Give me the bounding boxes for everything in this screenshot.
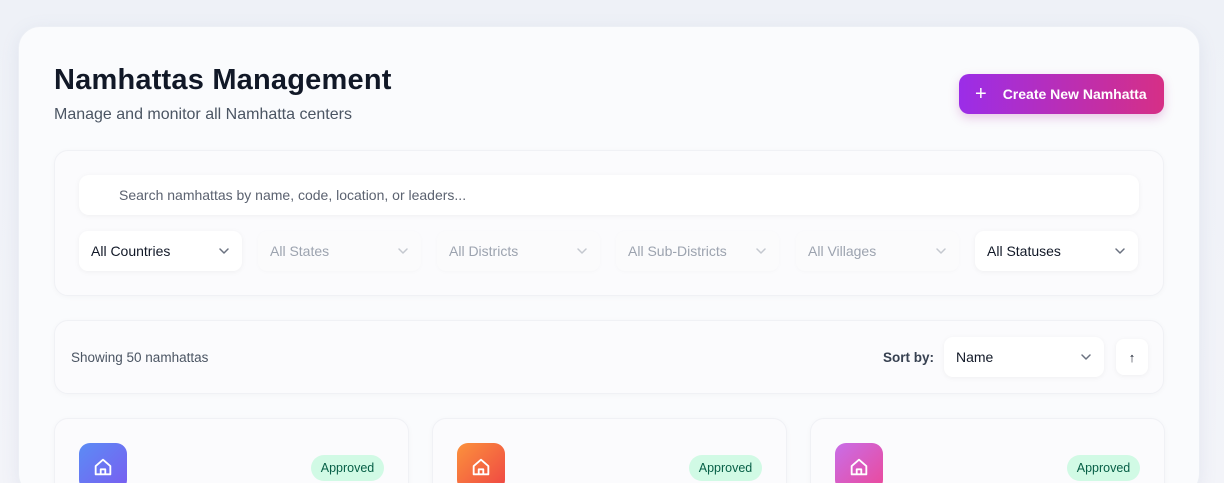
village-select[interactable]: All Villages	[796, 231, 959, 271]
state-select[interactable]: All States	[258, 231, 421, 271]
plus-icon: +	[975, 83, 987, 105]
chevron-down-icon	[936, 248, 946, 254]
sort-direction-button[interactable]: ↑	[1116, 339, 1148, 375]
sort-label: Sort by:	[883, 350, 935, 365]
state-select-label: All States	[270, 243, 330, 259]
chevron-down-icon	[398, 248, 408, 254]
create-namhatta-button[interactable]: + Create New Namhatta	[959, 74, 1164, 114]
sub-district-select[interactable]: All Sub-Districts	[616, 231, 779, 271]
page-title: Namhattas Management	[54, 64, 392, 96]
sub-district-select-label: All Sub-Districts	[628, 243, 727, 259]
sort-select[interactable]: Name	[944, 337, 1104, 377]
chevron-down-icon	[756, 248, 766, 254]
page-subtitle: Manage and monitor all Namhatta centers	[54, 106, 352, 123]
status-select[interactable]: All Statuses	[975, 231, 1138, 271]
namhatta-card[interactable]: Approved	[810, 418, 1165, 483]
status-select-label: All Statuses	[987, 243, 1061, 259]
chevron-down-icon	[1115, 248, 1125, 254]
arrow-up-icon: ↑	[1128, 349, 1136, 365]
district-select-label: All Districts	[449, 243, 519, 259]
country-select-label: All Countries	[91, 243, 171, 259]
chevron-down-icon	[577, 248, 587, 254]
home-icon	[79, 443, 127, 483]
sort-select-value: Name	[956, 349, 994, 365]
status-badge: Approved	[689, 455, 762, 481]
chevron-down-icon	[219, 248, 229, 254]
village-select-label: All Villages	[808, 243, 877, 259]
chevron-down-icon	[1081, 354, 1091, 360]
status-badge: Approved	[311, 455, 384, 481]
home-icon	[835, 443, 883, 483]
results-count: Showing 50 namhattas	[71, 350, 209, 365]
namhatta-card[interactable]: Approved	[54, 418, 409, 483]
filter-card	[54, 150, 1164, 296]
status-badge: Approved	[1067, 455, 1140, 481]
search-input[interactable]	[79, 175, 1139, 215]
district-select[interactable]: All Districts	[437, 231, 600, 271]
create-button-label: Create New Namhatta	[1002, 86, 1147, 102]
country-select[interactable]: All Countries	[79, 231, 242, 271]
namhatta-card[interactable]: Approved	[432, 418, 787, 483]
home-icon	[457, 443, 505, 483]
